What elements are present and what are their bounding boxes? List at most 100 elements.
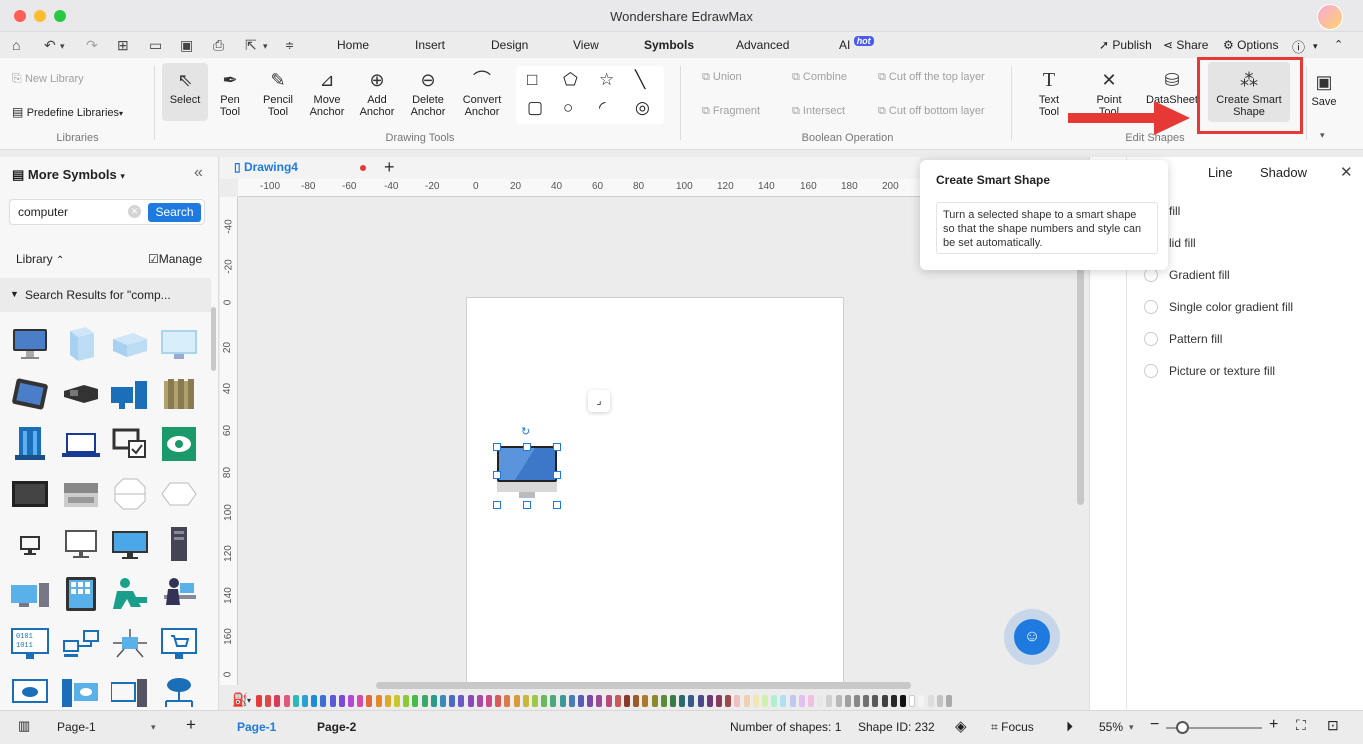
color-swatch[interactable]	[642, 695, 649, 707]
pencil-tool-button[interactable]: ✎ Pencil Tool	[256, 69, 300, 118]
add-page-icon[interactable]: +	[186, 715, 196, 735]
color-swatch[interactable]	[513, 695, 520, 707]
search-results-header[interactable]: ▼ Search Results for "comp...	[0, 278, 211, 312]
rectangle-icon[interactable]: □	[527, 70, 537, 90]
symbol-eye-monitor[interactable]	[160, 427, 198, 461]
share-button[interactable]: ⋖ Share	[1163, 38, 1208, 52]
cut-top-layer-button[interactable]: ⧉ Cut off the top layer	[878, 71, 985, 84]
undo-icon[interactable]: ↶	[44, 37, 56, 54]
color-swatch[interactable]	[256, 695, 262, 707]
symbol-binary-monitor[interactable]: 01011011	[11, 627, 49, 661]
redo-icon[interactable]: ↷	[86, 37, 98, 54]
color-swatch[interactable]	[568, 695, 575, 707]
zoom-dropdown-icon[interactable]: ▾	[1129, 722, 1134, 733]
circle-icon[interactable]: ○	[563, 98, 573, 118]
collapse-ribbon-icon[interactable]: ⌃	[1334, 38, 1343, 51]
radio-gradient-fill[interactable]	[1144, 268, 1158, 282]
resize-handle[interactable]	[493, 443, 501, 451]
rounded-rectangle-icon[interactable]: ▢	[527, 98, 543, 118]
color-swatch[interactable]	[357, 695, 364, 707]
symbol-cloud-monitor[interactable]	[11, 675, 49, 709]
color-swatch[interactable]	[550, 695, 557, 707]
color-swatch[interactable]	[430, 695, 437, 707]
color-swatch[interactable]	[486, 695, 492, 707]
color-swatch[interactable]	[440, 695, 446, 707]
union-button[interactable]: ⧉ Union	[702, 71, 742, 84]
color-swatch[interactable]	[670, 695, 676, 707]
resize-handle[interactable]	[493, 501, 501, 509]
pen-tool-button[interactable]: ✒ Pen Tool	[210, 69, 250, 118]
color-swatch[interactable]	[283, 695, 290, 707]
color-swatch[interactable]	[752, 695, 759, 707]
print-icon[interactable]: ⎙	[213, 37, 224, 54]
symbol-monitor-tower[interactable]	[111, 675, 149, 709]
fragment-button[interactable]: ⧉ Fragment	[702, 105, 760, 118]
page-select-dropdown-icon[interactable]: ▾	[151, 722, 156, 733]
symbol-tower-pc[interactable]	[160, 527, 198, 561]
search-button[interactable]: Search	[148, 203, 201, 222]
zoom-in-icon[interactable]: +	[1269, 716, 1278, 734]
symbol-keyboard-device[interactable]	[62, 477, 100, 511]
color-swatch[interactable]	[743, 695, 750, 707]
color-swatch[interactable]	[329, 695, 336, 707]
tab-design[interactable]: Design	[491, 38, 528, 52]
color-swatch[interactable]	[900, 695, 906, 707]
symbol-pc-cloud[interactable]	[62, 675, 100, 709]
color-swatch[interactable]	[375, 695, 382, 707]
star-icon[interactable]: ☆	[599, 70, 614, 90]
tab-insert[interactable]: Insert	[415, 38, 445, 52]
color-swatch[interactable]	[292, 695, 299, 707]
save-dropdown-icon[interactable]: ▾	[1320, 130, 1325, 141]
color-swatch[interactable]	[467, 695, 474, 707]
publish-button[interactable]: ➚ Publish	[1099, 38, 1152, 52]
move-anchor-button[interactable]: ⊿ Move Anchor	[304, 69, 350, 118]
symbol-network-pcs[interactable]	[62, 627, 100, 661]
pentagon-icon[interactable]: ⬠	[563, 70, 578, 90]
canvas-horizontal-scrollbar[interactable]	[376, 682, 911, 689]
color-swatch[interactable]	[421, 695, 428, 707]
cut-bottom-layer-button[interactable]: ⧉ Cut off bottom layer	[878, 105, 985, 118]
symbol-cube-flat[interactable]	[111, 327, 149, 361]
user-avatar[interactable]	[1317, 4, 1343, 30]
color-swatch[interactable]	[725, 695, 732, 707]
color-swatch[interactable]	[679, 695, 686, 707]
save-button[interactable]: ▣ Save	[1308, 71, 1340, 108]
color-swatch[interactable]	[302, 695, 308, 707]
symbol-octagon[interactable]	[111, 477, 149, 511]
color-swatch[interactable]	[844, 695, 851, 707]
select-tool-button[interactable]: ⇖ Select	[162, 63, 208, 121]
resize-handle[interactable]	[523, 501, 531, 509]
color-swatch[interactable]	[734, 695, 741, 707]
export-icon[interactable]: ⇱	[245, 37, 257, 54]
new-file-icon[interactable]: ⊞	[117, 37, 129, 54]
help-icon[interactable]: ⓘ	[1292, 37, 1305, 56]
symbol-mainframe[interactable]	[11, 427, 49, 461]
clear-search-icon[interactable]: ✕	[128, 205, 141, 218]
line-icon[interactable]: ╲	[635, 70, 645, 90]
color-swatch[interactable]	[890, 695, 897, 707]
symbol-tablet[interactable]	[11, 377, 49, 411]
add-anchor-button[interactable]: ⊕ Add Anchor	[355, 69, 399, 118]
color-swatch[interactable]	[660, 695, 667, 707]
color-swatch[interactable]	[798, 695, 805, 707]
color-swatch[interactable]	[449, 695, 456, 707]
color-swatch[interactable]	[688, 695, 695, 707]
color-swatch[interactable]	[716, 695, 722, 707]
symbol-desktop-set[interactable]	[11, 577, 49, 611]
rotate-handle-icon[interactable]: ↻	[521, 425, 530, 438]
text-tool-button[interactable]: T Text Tool	[1028, 69, 1070, 118]
color-swatch[interactable]	[909, 695, 916, 707]
color-swatch[interactable]	[936, 695, 943, 707]
search-input[interactable]: computer	[18, 205, 68, 219]
spiral-icon[interactable]: ◎	[635, 98, 650, 118]
color-swatch[interactable]	[559, 695, 566, 707]
radio-single-color-gradient[interactable]	[1144, 300, 1158, 314]
panel-scrollbar[interactable]	[211, 307, 216, 371]
tab-line[interactable]: Line	[1208, 165, 1233, 180]
color-swatch[interactable]	[817, 695, 824, 707]
help-dropdown-icon[interactable]: ▾	[1313, 41, 1318, 52]
predefine-libraries-button[interactable]: ▤ Predefine Libraries▾	[12, 105, 123, 119]
color-swatch[interactable]	[476, 695, 483, 707]
color-swatch[interactable]	[614, 695, 621, 707]
symbol-grid-tablet[interactable]	[62, 577, 100, 611]
